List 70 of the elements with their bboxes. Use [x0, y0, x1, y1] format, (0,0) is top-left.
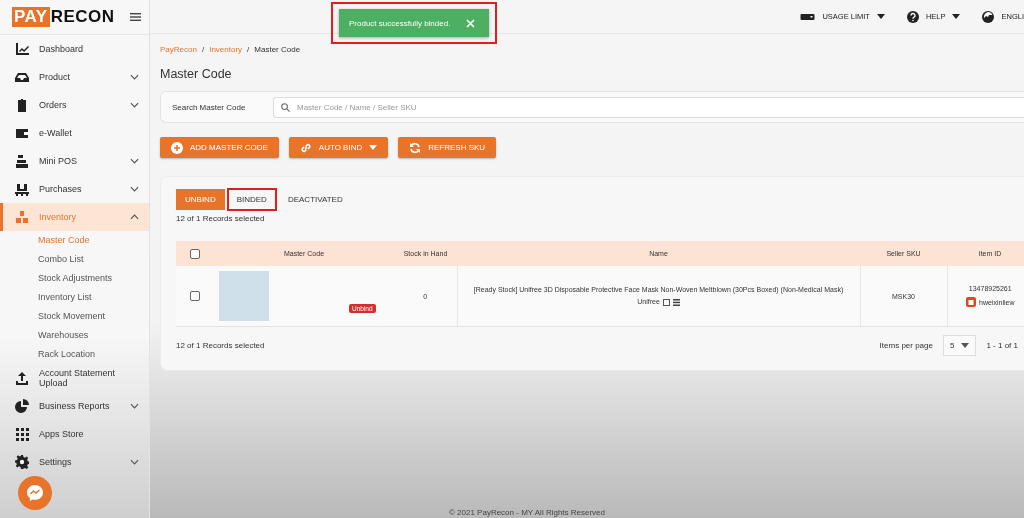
chevron-down-icon	[130, 74, 139, 80]
sidebar-item[interactable]: Apps Store	[0, 420, 149, 448]
pallet-icon	[15, 182, 29, 196]
selection-summary: 12 of 1 Records selected	[176, 214, 266, 223]
sidebar-item[interactable]: Account Statement Upload	[0, 364, 149, 392]
page-title: Master Code	[160, 67, 233, 81]
search-label: Search Master Code	[172, 102, 247, 112]
search-field[interactable]: Master Code / Name / Seller SKU	[273, 96, 1024, 118]
chevron-down-icon	[130, 158, 139, 164]
sidebar-item[interactable]: Business Reports	[0, 392, 149, 420]
checkbox[interactable]	[190, 248, 200, 259]
items-per-page-label: Items per page	[879, 341, 933, 350]
breadcrumb-current: Master Code	[254, 45, 301, 54]
shop-icon	[966, 297, 977, 307]
chat-button[interactable]	[18, 476, 52, 510]
sidebar-item[interactable]: e-Wallet	[0, 119, 149, 147]
chevron-down-icon	[130, 459, 139, 465]
tray-icon	[15, 70, 29, 84]
globe-icon	[982, 10, 995, 23]
sidebar-item[interactable]: Dashboard	[0, 35, 149, 63]
chevron-up-icon	[130, 214, 139, 220]
caret-icon	[369, 145, 378, 150]
chevron-down-icon	[130, 186, 139, 192]
copyright-text: © 2021 PayRecon - MY All Rights Reserved	[447, 508, 606, 518]
logo-text: RECON	[50, 7, 115, 27]
sidebar-item[interactable]: Mini POS	[0, 147, 149, 175]
caret-icon	[961, 343, 970, 348]
sidebar-item[interactable]: Purchases	[0, 175, 149, 203]
tab[interactable]: BINDED	[227, 189, 276, 210]
clipboard-icon	[15, 98, 29, 112]
caret-icon	[876, 14, 885, 19]
boxes-icon	[15, 210, 29, 224]
breadcrumb-separator: /	[247, 45, 250, 54]
chat-icon	[26, 484, 44, 502]
grid-icon	[15, 427, 29, 441]
sidebar-subitem[interactable]: Rack Location	[0, 345, 149, 364]
sidebar-subitem[interactable]: Combo List	[0, 250, 149, 269]
help-icon	[906, 10, 919, 23]
sidebar-item[interactable]: Product	[0, 63, 149, 91]
sidebar-subitem[interactable]: Stock Movement	[0, 307, 149, 326]
caret-icon	[952, 14, 961, 19]
chain-link-icon	[299, 141, 312, 154]
chevron-down-icon	[130, 403, 139, 409]
register-icon	[15, 154, 29, 168]
sidebar-item[interactable]: Settings	[0, 448, 149, 476]
checkbox[interactable]	[190, 291, 200, 301]
tab[interactable]: DEACTIVATED	[278, 189, 352, 210]
sidebar-subitem[interactable]: Inventory List	[0, 288, 149, 307]
square-icon	[662, 298, 670, 306]
selection-summary: 12 of 1 Records selected	[176, 341, 265, 350]
logo-mark: PAY	[12, 7, 50, 27]
upload-icon	[15, 371, 29, 385]
chevron-down-icon	[130, 102, 139, 108]
sidebar-subitem[interactable]: Warehouses	[0, 326, 149, 345]
refresh-icon	[409, 141, 422, 154]
plus-circle-icon	[171, 141, 183, 154]
photo-placeholder	[219, 271, 269, 321]
wallet-icon	[15, 126, 29, 140]
sidebar-subitem[interactable]: Stock Adjustments	[0, 269, 149, 288]
toast-message: Product successfully binded.	[349, 18, 451, 28]
breadcrumb-separator: /	[201, 45, 205, 54]
list-icon	[672, 298, 680, 306]
page-range: 1 - 1 of 1	[986, 341, 1018, 350]
close-icon[interactable]	[466, 18, 476, 28]
pie-chart-icon	[15, 399, 29, 413]
page-size-select[interactable]: 5	[942, 335, 977, 356]
settings-icon	[15, 455, 29, 469]
chart-icon	[15, 42, 29, 56]
sidebar-item[interactable]: Orders	[0, 91, 149, 119]
menu-icon[interactable]	[130, 13, 141, 21]
